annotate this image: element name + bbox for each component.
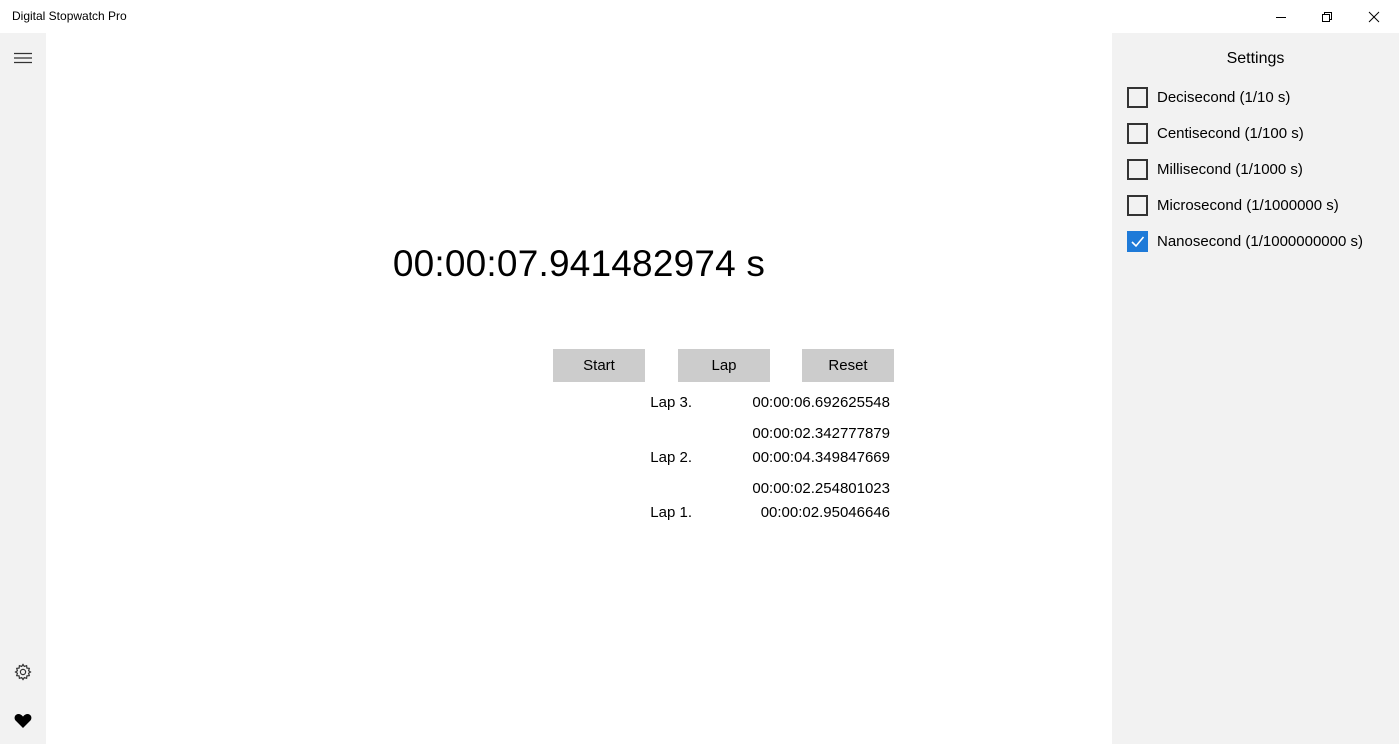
navigation-rail: [0, 33, 46, 744]
option-decisecond[interactable]: Decisecond (1/10 s): [1127, 85, 1290, 109]
lap-total-time: 00:00:04.349847669: [752, 449, 890, 466]
app-title: Digital Stopwatch Pro: [12, 9, 127, 23]
checkbox[interactable]: [1127, 158, 1148, 180]
heart-icon: [14, 714, 32, 728]
checkmark-icon: [1131, 235, 1145, 247]
option-millisecond[interactable]: Millisecond (1/1000 s): [1127, 157, 1303, 181]
gear-icon: [14, 663, 32, 681]
favorite-button[interactable]: [0, 701, 46, 741]
checkbox[interactable]: [1127, 122, 1148, 144]
close-icon: [1368, 11, 1380, 22]
checkbox-checked[interactable]: [1127, 230, 1148, 252]
reset-button[interactable]: Reset: [802, 349, 894, 382]
settings-pane: Settings Decisecond (1/10 s) Centisecond…: [1112, 33, 1399, 744]
option-label: Nanosecond (1/1000000000 s): [1157, 232, 1363, 250]
option-label: Microsecond (1/1000000 s): [1157, 196, 1339, 214]
lap-label: Lap 3.: [650, 394, 692, 411]
start-button[interactable]: Start: [553, 349, 645, 382]
option-label: Centisecond (1/100 s): [1157, 124, 1304, 142]
option-label: Millisecond (1/1000 s): [1157, 160, 1303, 178]
minimize-button[interactable]: [1258, 0, 1304, 33]
checkbox[interactable]: [1127, 194, 1148, 216]
settings-button[interactable]: [0, 652, 46, 692]
checkbox[interactable]: [1127, 86, 1148, 108]
option-label: Decisecond (1/10 s): [1157, 88, 1291, 106]
lap-label: Lap 2.: [650, 449, 692, 466]
option-nanosecond[interactable]: Nanosecond (1/1000000000 s): [1127, 229, 1363, 253]
option-microsecond[interactable]: Microsecond (1/1000000 s): [1127, 193, 1339, 217]
elapsed-time-display: 00:00:07.941482974 s: [392, 243, 766, 284]
option-centisecond[interactable]: Centisecond (1/100 s): [1127, 121, 1304, 145]
restore-button[interactable]: [1304, 0, 1350, 33]
hamburger-menu-icon: [14, 52, 32, 64]
close-button[interactable]: [1351, 0, 1397, 33]
lap-split-time: 00:00:02.254801023: [752, 480, 890, 497]
minimize-icon: [1276, 16, 1286, 18]
lap-split-time: 00:00:02.342777879: [752, 425, 890, 442]
lap-total-time: 00:00:02.95046646: [760, 504, 890, 521]
stopwatch-panel: 00:00:07.941482974 s Start Lap Reset Lap…: [46, 33, 1112, 744]
title-bar: Digital Stopwatch Pro: [0, 0, 1399, 33]
settings-title: Settings: [1226, 50, 1285, 67]
lap-total-time: 00:00:06.692625548: [752, 394, 890, 411]
hamburger-menu-button[interactable]: [0, 38, 46, 78]
lap-button[interactable]: Lap: [678, 349, 770, 382]
restore-icon: [1322, 11, 1332, 22]
lap-label: Lap 1.: [650, 504, 692, 521]
